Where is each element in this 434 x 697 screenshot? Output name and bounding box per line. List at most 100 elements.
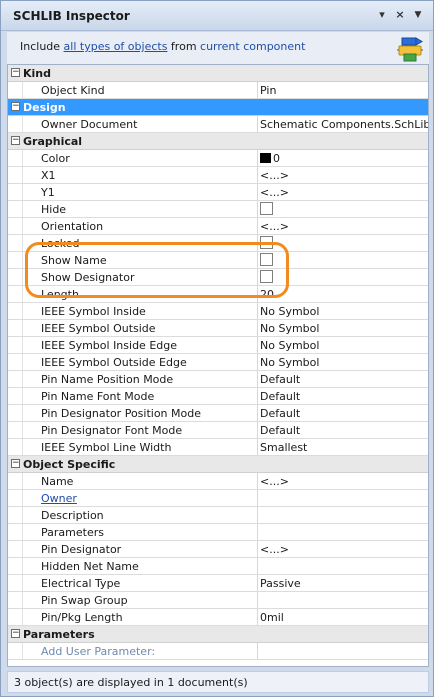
- property-label: Show Name: [41, 254, 107, 267]
- object-types-link[interactable]: all types of objects: [64, 40, 168, 53]
- pin-dropdown-icon[interactable]: ▾: [375, 8, 389, 22]
- category-kind[interactable]: − Kind: [8, 65, 428, 82]
- property-row-length[interactable]: Length 20: [8, 286, 428, 303]
- property-row-x1[interactable]: X1 <...>: [8, 167, 428, 184]
- property-value[interactable]: No Symbol: [260, 356, 319, 369]
- component-filter-icon[interactable]: [395, 36, 425, 62]
- property-row-show-name[interactable]: Show Name: [8, 252, 428, 269]
- property-label: Hidden Net Name: [41, 560, 139, 573]
- category-label: Kind: [23, 67, 51, 80]
- category-design[interactable]: − Design: [8, 99, 428, 116]
- property-label: Orientation: [41, 220, 104, 233]
- property-row-show-designator[interactable]: Show Designator: [8, 269, 428, 286]
- category-object-specific[interactable]: − Object Specific: [8, 456, 428, 473]
- panel-titlebar: SCHLIB Inspector ▾ × ▼: [1, 1, 433, 31]
- property-label: Show Designator: [41, 271, 135, 284]
- scope-link[interactable]: current component: [200, 40, 305, 53]
- property-label: Electrical Type: [41, 577, 121, 590]
- collapse-toggle-icon[interactable]: −: [11, 629, 20, 638]
- property-row[interactable]: IEEE Symbol Inside Edge No Symbol: [8, 337, 428, 354]
- property-row-color[interactable]: Color 0: [8, 150, 428, 167]
- property-value[interactable]: No Symbol: [260, 339, 319, 352]
- panel-title: SCHLIB Inspector: [13, 9, 130, 23]
- panel-menu-icon[interactable]: ▼: [411, 8, 425, 22]
- show-designator-checkbox[interactable]: [260, 270, 273, 283]
- property-label: Pin Name Font Mode: [41, 390, 155, 403]
- property-value[interactable]: <...>: [260, 186, 289, 199]
- close-icon[interactable]: ×: [393, 8, 407, 22]
- property-label: Pin Name Position Mode: [41, 373, 174, 386]
- property-row-hidden-net-name[interactable]: Hidden Net Name: [8, 558, 428, 575]
- property-row[interactable]: Pin Designator Position Mode Default: [8, 405, 428, 422]
- property-label: IEEE Symbol Outside: [41, 322, 156, 335]
- property-value[interactable]: 0mil: [260, 611, 284, 624]
- property-value[interactable]: 20: [260, 288, 274, 301]
- category-parameters[interactable]: − Parameters: [8, 626, 428, 643]
- property-row-owner[interactable]: Owner: [8, 490, 428, 507]
- property-label: IEEE Symbol Inside Edge: [41, 339, 177, 352]
- collapse-toggle-icon[interactable]: −: [11, 102, 20, 111]
- filter-prefix: Include: [20, 40, 64, 53]
- property-row-pin-designator[interactable]: Pin Designator <...>: [8, 541, 428, 558]
- collapse-toggle-icon[interactable]: −: [11, 459, 20, 468]
- property-row[interactable]: Pin Name Font Mode Default: [8, 388, 428, 405]
- property-label: IEEE Symbol Outside Edge: [41, 356, 187, 369]
- property-row[interactable]: IEEE Symbol Inside No Symbol: [8, 303, 428, 320]
- color-swatch[interactable]: [260, 153, 271, 163]
- property-value[interactable]: Passive: [260, 577, 301, 590]
- property-label: Pin/Pkg Length: [41, 611, 123, 624]
- property-row-electrical-type[interactable]: Electrical Type Passive: [8, 575, 428, 592]
- filter-middle: from: [167, 40, 201, 53]
- property-value[interactable]: Default: [260, 407, 300, 420]
- property-row-object-kind[interactable]: Object Kind Pin: [8, 82, 428, 99]
- property-value[interactable]: <...>: [260, 543, 289, 556]
- color-value[interactable]: 0: [273, 152, 280, 165]
- show-name-checkbox[interactable]: [260, 253, 273, 266]
- property-value[interactable]: Default: [260, 424, 300, 437]
- locked-checkbox[interactable]: [260, 236, 273, 249]
- property-row-hide[interactable]: Hide: [8, 201, 428, 218]
- collapse-toggle-icon[interactable]: −: [11, 68, 20, 77]
- property-row-add-user-parameter[interactable]: Add User Parameter:: [8, 643, 428, 660]
- property-row[interactable]: Pin Designator Font Mode Default: [8, 422, 428, 439]
- property-row-pin-swap-group[interactable]: Pin Swap Group: [8, 592, 428, 609]
- property-row[interactable]: IEEE Symbol Line Width Smallest: [8, 439, 428, 456]
- property-row-y1[interactable]: Y1 <...>: [8, 184, 428, 201]
- status-bar: 3 object(s) are displayed in 1 document(…: [7, 671, 429, 693]
- category-label: Object Specific: [23, 458, 116, 471]
- property-label: Name: [41, 475, 74, 488]
- add-user-parameter-link[interactable]: Add User Parameter:: [41, 645, 155, 658]
- category-graphical[interactable]: − Graphical: [8, 133, 428, 150]
- collapse-toggle-icon[interactable]: −: [11, 136, 20, 145]
- property-row[interactable]: IEEE Symbol Outside Edge No Symbol: [8, 354, 428, 371]
- filter-bar: Include all types of objects from curren…: [7, 32, 429, 64]
- property-row-orientation[interactable]: Orientation <...>: [8, 218, 428, 235]
- property-value[interactable]: Pin: [260, 84, 276, 97]
- owner-link[interactable]: Owner: [41, 492, 77, 505]
- property-row-locked[interactable]: Locked: [8, 235, 428, 252]
- hide-checkbox[interactable]: [260, 202, 273, 215]
- category-label: Graphical: [23, 135, 83, 148]
- property-row-owner-document[interactable]: Owner Document Schematic Components.SchL…: [8, 116, 428, 133]
- property-label: Length: [41, 288, 79, 301]
- property-label: Object Kind: [41, 84, 105, 97]
- property-value[interactable]: Default: [260, 390, 300, 403]
- property-row-name[interactable]: Name <...>: [8, 473, 428, 490]
- property-value[interactable]: No Symbol: [260, 305, 319, 318]
- property-value[interactable]: <...>: [260, 475, 289, 488]
- property-row-description[interactable]: Description: [8, 507, 428, 524]
- property-row[interactable]: Pin Name Position Mode Default: [8, 371, 428, 388]
- property-value[interactable]: Default: [260, 373, 300, 386]
- property-label: Owner Document: [41, 118, 138, 131]
- property-value[interactable]: <...>: [260, 169, 289, 182]
- property-row[interactable]: IEEE Symbol Outside No Symbol: [8, 320, 428, 337]
- property-value[interactable]: Smallest: [260, 441, 307, 454]
- property-value[interactable]: No Symbol: [260, 322, 319, 335]
- property-value[interactable]: <...>: [260, 220, 289, 233]
- property-label: Locked: [41, 237, 80, 250]
- property-row-parameters[interactable]: Parameters: [8, 524, 428, 541]
- property-row-pin-pkg-length[interactable]: Pin/Pkg Length 0mil: [8, 609, 428, 626]
- category-label: Parameters: [23, 628, 95, 641]
- property-value[interactable]: Schematic Components.SchLib: [260, 118, 428, 131]
- status-text: 3 object(s) are displayed in 1 document(…: [14, 676, 248, 689]
